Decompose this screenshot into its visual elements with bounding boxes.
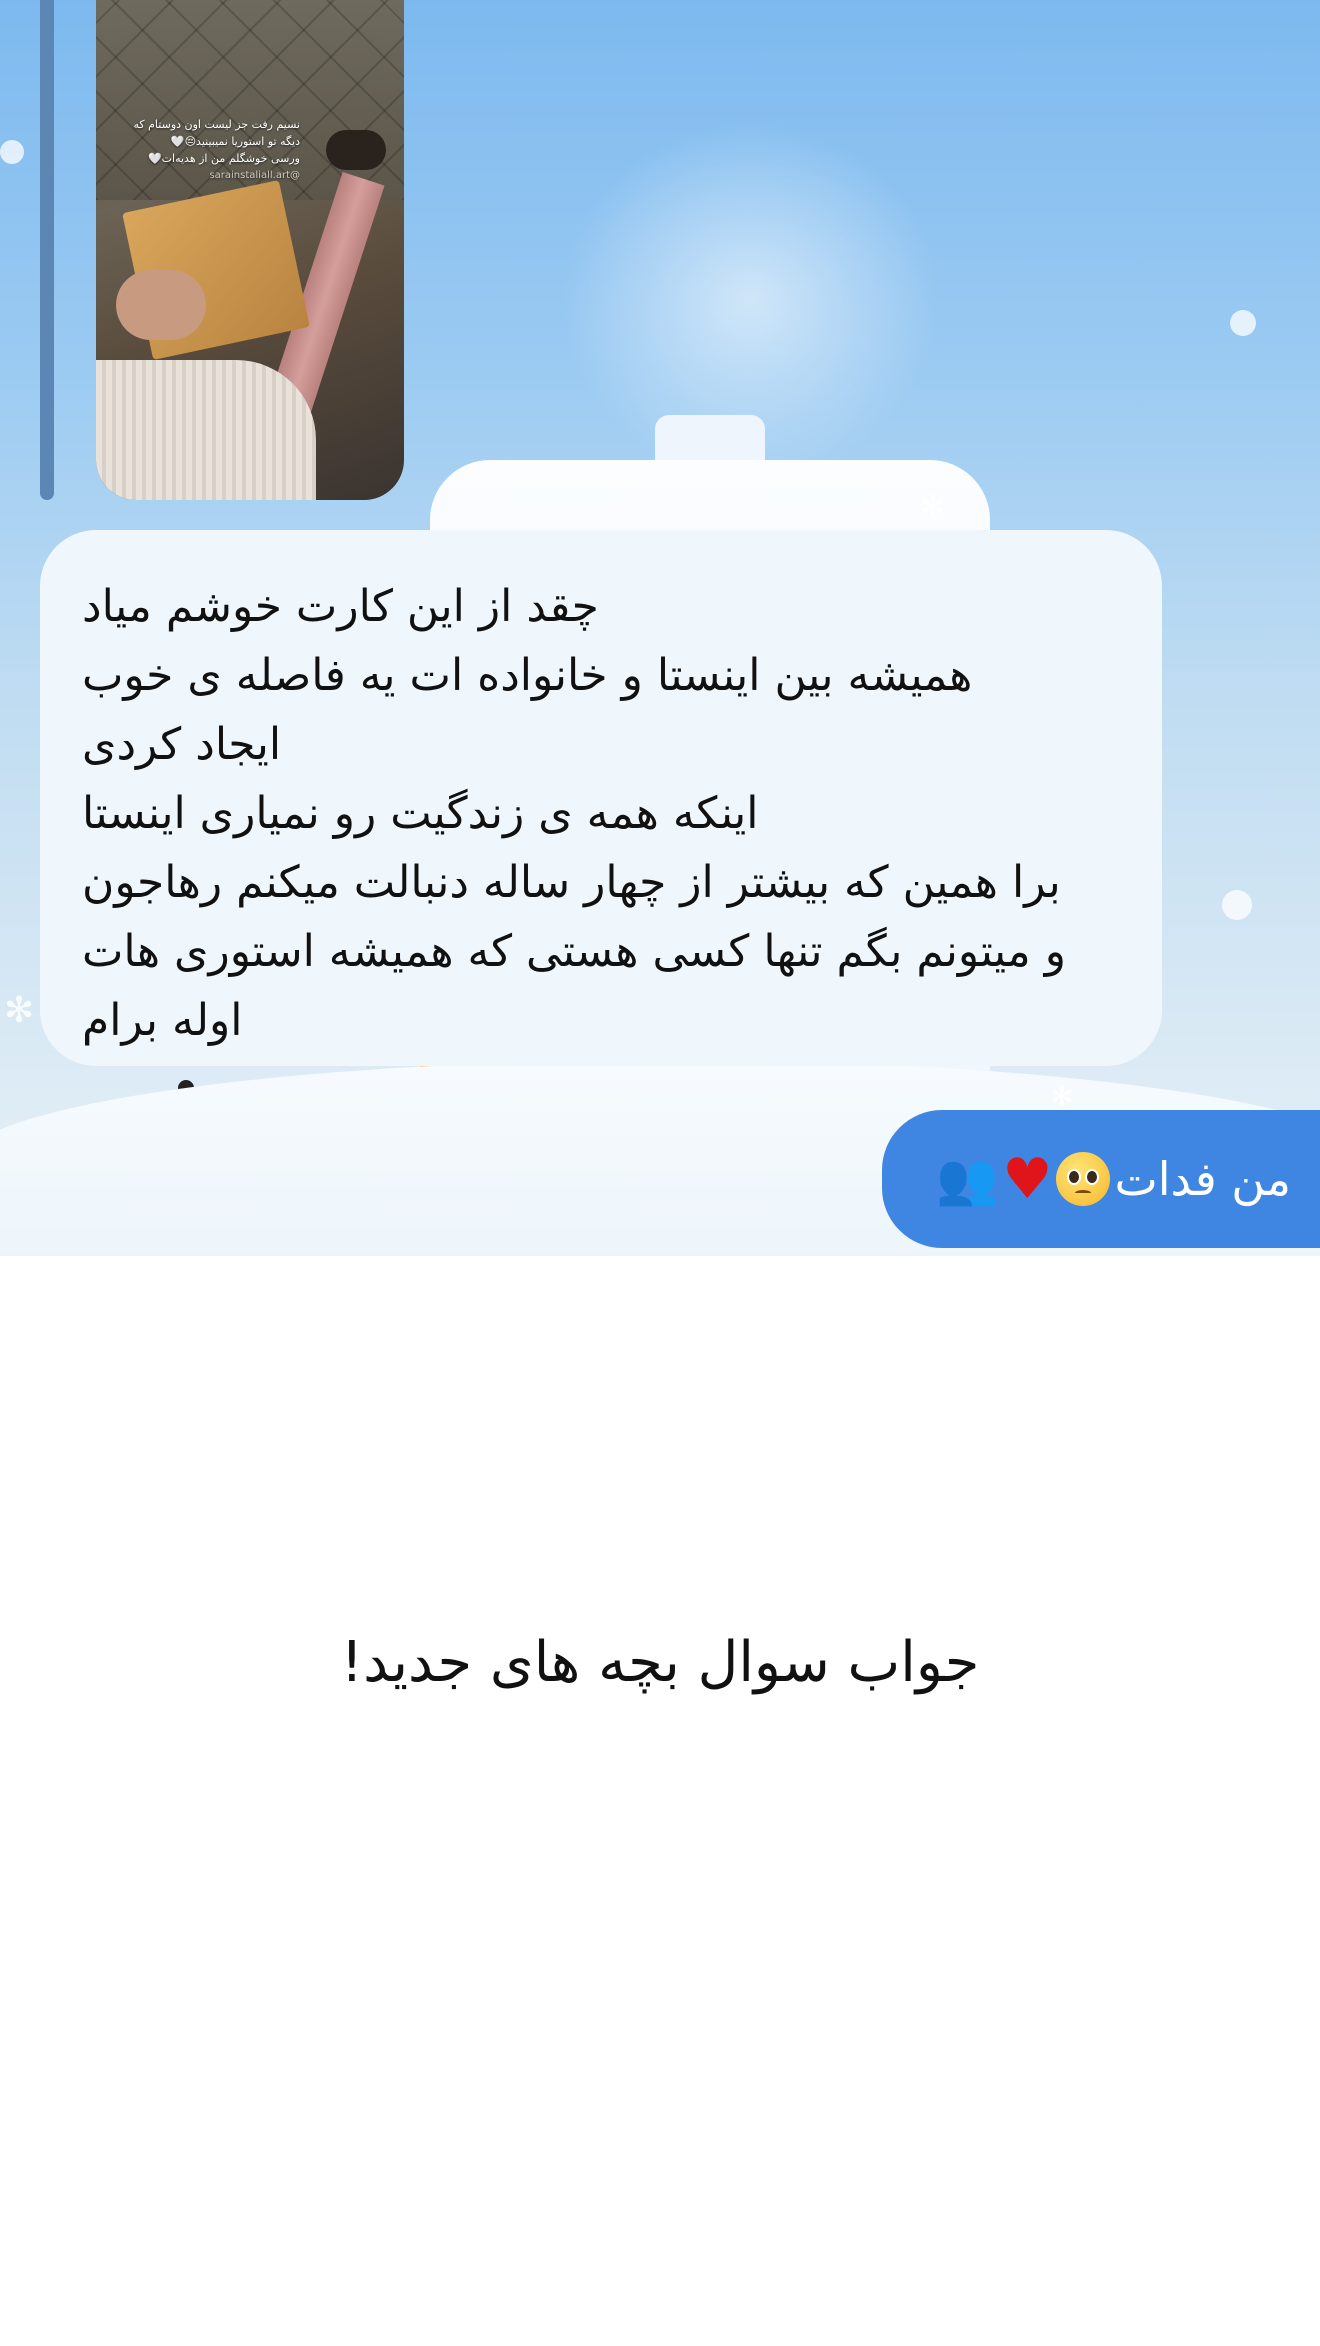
message-line: همیشه بین اینستا و خانواده ات یه فاصله ی… bbox=[82, 650, 973, 701]
busts-in-silhouette-icon: 👥 bbox=[936, 1149, 999, 1208]
story-caption-line: ورسی خوشگلم من از هدیه‌ات🤍 bbox=[147, 152, 300, 165]
red-heart-icon: ♥ bbox=[1002, 1146, 1053, 1212]
message-line: و میتونم بگم تنها کسی هستی که همیشه استو… bbox=[82, 926, 1066, 977]
thumbnail-hand bbox=[116, 270, 206, 340]
message-line: اینکه همه ی زندگیت رو نمیاری اینستا bbox=[82, 788, 759, 839]
story-reply-indicator bbox=[40, 0, 54, 500]
message-line: برا همین که بیشتر از چهار ساله دنبالت می… bbox=[82, 857, 1061, 908]
story-caption-handle: @sarainstaliall.art bbox=[209, 170, 300, 181]
received-message-bubble[interactable]: چقد از این کارت خوشم میاد همیشه بین اینس… bbox=[40, 530, 1162, 1066]
snowflake-icon: ✻ bbox=[4, 990, 35, 1031]
story-caption-line: دیگه تو استوریا نمیبینید😔🤍 bbox=[170, 135, 300, 148]
snowflake-icon: ✻ bbox=[1050, 1080, 1074, 1113]
message-line: ایجاد کردی bbox=[82, 719, 282, 770]
wallpaper-snow-dot bbox=[0, 140, 24, 164]
story-caption-line: نسیم رفت جز لیست اون دوستام که bbox=[133, 118, 300, 131]
snowflake-icon: ✻ bbox=[920, 490, 946, 525]
wallpaper-snow-dot bbox=[1230, 310, 1256, 336]
chat-thread: ✻ ✻ ✻ نسیم رفت جز لیست اون دوستام که دیگ… bbox=[0, 0, 1320, 1256]
caption-title: جواب سوال بچه های جدید! bbox=[340, 1630, 980, 1695]
thumbnail-shoes bbox=[326, 130, 386, 170]
sent-message-bubble[interactable]: 👥 ♥ من فدات bbox=[882, 1110, 1320, 1248]
message-line: چقد از این کارت خوشم میاد bbox=[82, 581, 599, 632]
story-caption: نسیم رفت جز لیست اون دوستام که دیگه تو ا… bbox=[110, 116, 300, 184]
wallpaper-snow-dot bbox=[1222, 890, 1252, 920]
thumbnail-sweater bbox=[96, 360, 316, 500]
pleading-face-icon bbox=[1056, 1152, 1111, 1206]
story-reply-thumbnail[interactable]: نسیم رفت جز لیست اون دوستام که دیگه تو ا… bbox=[96, 0, 404, 500]
message-line: اوله برام bbox=[82, 995, 243, 1046]
sent-message-text: من فدات bbox=[1114, 1152, 1291, 1206]
